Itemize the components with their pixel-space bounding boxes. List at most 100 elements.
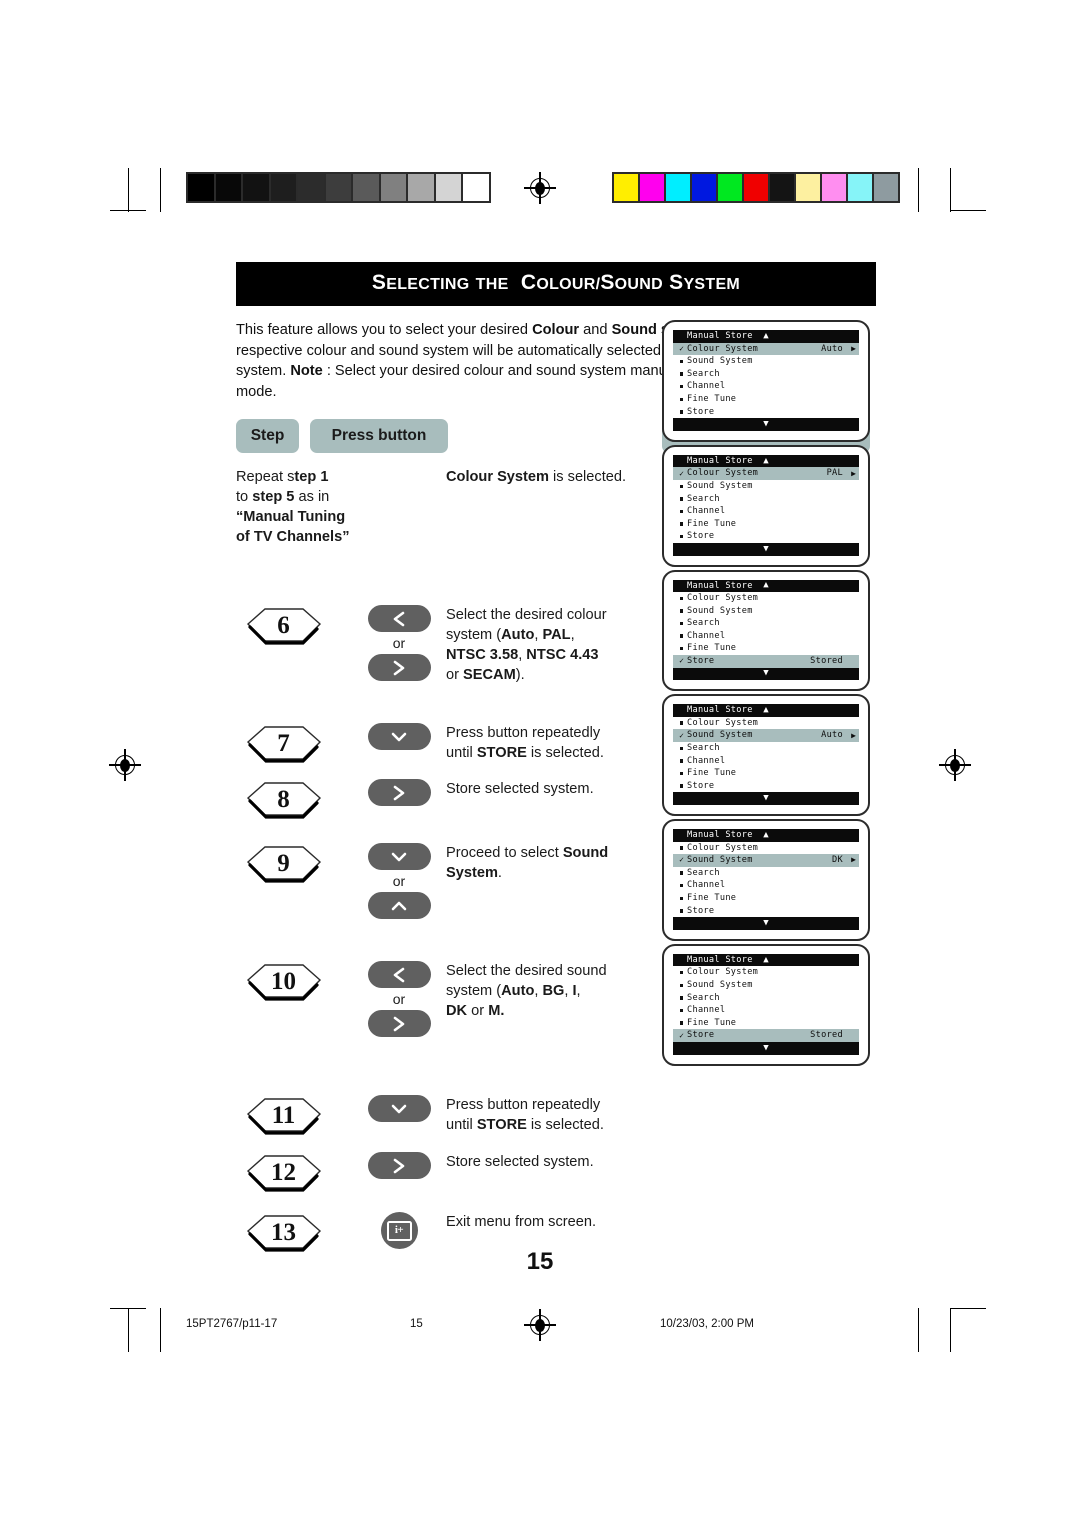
osd-menu-item[interactable]: ✓ Colour System Auto ▶ <box>673 342 859 356</box>
osd-menu-item[interactable]: Sound System <box>673 979 859 992</box>
step-cell: 6 <box>236 605 331 649</box>
osd-item-label: Sound System <box>687 730 753 741</box>
chevron-down-icon <box>391 732 407 741</box>
osd-menu-item[interactable]: Store <box>673 905 859 918</box>
osd-title-bar: Manual Store ▲ <box>673 579 859 593</box>
osd-menu-item[interactable]: Colour System <box>673 842 859 855</box>
osd-title: Manual Store <box>687 455 753 466</box>
tv-screen: Manual Store ▲ Colour System Sound System Se… <box>662 943 870 1066</box>
osd-menu-item[interactable]: ✓ Colour System PAL ▶ <box>673 467 859 480</box>
osd-menu-item[interactable]: Fine Tune <box>673 518 859 531</box>
tv-screen: Manual Store ▲ ✓ Colour System PAL ▶ Sound Sys… <box>662 444 870 567</box>
osd-menu-item[interactable]: Store <box>673 406 859 419</box>
osd-menu-item[interactable]: Store <box>673 780 859 793</box>
osd-menu-item[interactable]: Fine Tune <box>673 1017 859 1030</box>
osd-menu-item[interactable]: ✓ Sound System Auto ▶ <box>673 729 859 743</box>
osd-menu-item[interactable]: Channel <box>673 879 859 892</box>
down-arrow-button[interactable] <box>367 723 431 750</box>
osd-menu-item[interactable]: Sound System <box>673 480 859 493</box>
osd-item-label: Search <box>687 992 720 1003</box>
right-arrow-button[interactable] <box>367 1010 431 1037</box>
osd-menu-item[interactable]: Search <box>673 368 859 381</box>
press-button-cell <box>344 1095 454 1122</box>
osd-menu-item[interactable]: Sound System <box>673 355 859 368</box>
osd-menu-item[interactable]: ✓ Sound System DK ▶ <box>673 854 859 867</box>
osd-item-label: Store <box>687 656 715 667</box>
osd-menu-item[interactable]: Search <box>673 742 859 755</box>
right-arrow-button[interactable] <box>367 1152 431 1179</box>
osd-menu-item[interactable]: Search <box>673 867 859 880</box>
osd-menu-item[interactable]: ✓ Store Stored <box>673 655 859 668</box>
scroll-up-icon[interactable]: ▲ <box>763 706 768 715</box>
grayscale-swatch <box>215 174 241 201</box>
osd-menu-item[interactable]: Colour System <box>673 717 859 730</box>
osd-item-label: Colour System <box>687 717 759 728</box>
bullet-icon <box>676 846 687 850</box>
osd-menu-item[interactable]: Channel <box>673 505 859 518</box>
osd-item-label: Channel <box>687 381 726 392</box>
scroll-down-bar[interactable]: ▼ <box>673 667 859 681</box>
right-arrow-button[interactable] <box>367 779 431 806</box>
bullet-icon <box>676 784 687 788</box>
osd-menu-item[interactable]: Fine Tune <box>673 892 859 905</box>
bullet-icon <box>676 609 687 613</box>
bullet-icon <box>676 883 687 888</box>
osd-menu-item[interactable]: Fine Tune <box>673 393 859 406</box>
down-arrow-button[interactable] <box>367 1095 431 1122</box>
scroll-down-bar[interactable]: ▼ <box>673 542 859 556</box>
bullet-icon <box>676 359 687 364</box>
scroll-down-bar[interactable]: ▼ <box>673 418 859 431</box>
scroll-up-icon[interactable]: ▲ <box>763 581 768 590</box>
description-cell: Select the desired sound system (Auto, BG… <box>446 963 607 1019</box>
osd-menu-item[interactable]: Channel <box>673 755 859 768</box>
osd-title: Manual Store <box>687 580 753 591</box>
grayscale-swatch <box>408 174 434 201</box>
bullet-icon <box>676 1021 687 1025</box>
grayscale-swatch <box>188 174 214 201</box>
caret-right-icon[interactable]: ▶ <box>845 731 856 740</box>
chevron-up-icon <box>391 901 407 910</box>
osd-item-label: Colour System <box>687 967 759 978</box>
osd-menu-item[interactable]: ✓ Store Stored <box>673 1029 859 1042</box>
scroll-down-bar[interactable]: ▼ <box>673 1041 859 1055</box>
grayscale-swatch <box>380 174 406 201</box>
caret-right-icon[interactable]: ▶ <box>845 856 856 864</box>
crop-mark-top-right-v <box>918 168 919 212</box>
osd-menu-item[interactable]: Store <box>673 530 859 543</box>
up-arrow-button[interactable] <box>367 892 431 919</box>
bullet-icon <box>676 996 687 1000</box>
osd-menu-item[interactable]: Search <box>673 617 859 630</box>
colour-swatch <box>692 174 716 201</box>
caret-right-icon[interactable]: ▶ <box>845 469 856 478</box>
scroll-down-bar[interactable]: ▼ <box>673 792 859 805</box>
scroll-up-icon[interactable]: ▲ <box>763 955 768 965</box>
or-separator: or <box>392 991 406 1007</box>
left-arrow-button[interactable] <box>367 961 431 988</box>
osd-menu-item[interactable]: Colour System <box>673 592 859 605</box>
osd-item-value: DK <box>832 855 843 866</box>
scroll-up-icon[interactable]: ▲ <box>763 331 768 341</box>
menu-button[interactable]: i+ <box>380 1212 418 1249</box>
right-arrow-button[interactable] <box>367 654 431 681</box>
left-arrow-button[interactable] <box>367 605 431 632</box>
osd-menu-item[interactable]: Fine Tune <box>673 642 859 655</box>
scroll-up-icon[interactable]: ▲ <box>763 456 768 466</box>
caret-right-icon[interactable]: ▶ <box>845 344 856 353</box>
press-button-cell: or <box>344 961 454 1037</box>
bullet-icon <box>676 647 687 651</box>
osd-menu-item[interactable]: Search <box>673 493 859 506</box>
osd-menu-item[interactable]: Colour System <box>673 966 859 979</box>
osd-menu-item[interactable]: Fine Tune <box>673 767 859 780</box>
osd-menu-item[interactable]: Channel <box>673 1004 859 1017</box>
osd-menu-item[interactable]: Channel <box>673 630 859 643</box>
down-arrow-button[interactable] <box>367 843 431 870</box>
scroll-up-icon[interactable]: ▲ <box>763 830 768 840</box>
bullet-icon <box>676 397 687 401</box>
scroll-down-bar[interactable]: ▼ <box>673 917 859 930</box>
osd-item-label: Sound System <box>687 356 753 367</box>
osd-menu-item[interactable]: Channel <box>673 380 859 393</box>
osd-menu-item[interactable]: Sound System <box>673 605 859 618</box>
osd-menu-item[interactable]: Search <box>673 992 859 1005</box>
osd-item-value: Stored <box>810 1030 843 1041</box>
print-footer: 15PT2767/p11-17 15 10/23/03, 2:00 PM <box>0 1318 1080 1340</box>
